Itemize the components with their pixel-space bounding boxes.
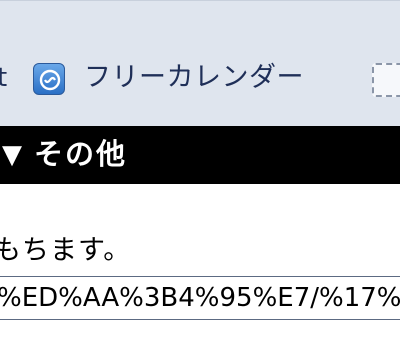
- collapse-arrow-icon: ▼: [2, 140, 22, 170]
- info-text: もちます。: [0, 235, 132, 266]
- calendar-app-icon[interactable]: [33, 63, 65, 95]
- section-header[interactable]: ▼ その他: [0, 126, 400, 184]
- bookmark-checkbox[interactable]: [372, 63, 400, 97]
- free-calendar-link[interactable]: フリーカレンダー: [84, 61, 304, 95]
- section-title: その他: [34, 137, 128, 171]
- bookmark-toolbar: t フリーカレンダー: [0, 0, 400, 127]
- url-input[interactable]: %ED%AA%3B4%95%E7/%17%: [0, 276, 400, 320]
- url-input-value: %ED%AA%3B4%95%E7/%17%: [0, 283, 400, 313]
- truncated-bookmark-label[interactable]: t: [0, 61, 7, 95]
